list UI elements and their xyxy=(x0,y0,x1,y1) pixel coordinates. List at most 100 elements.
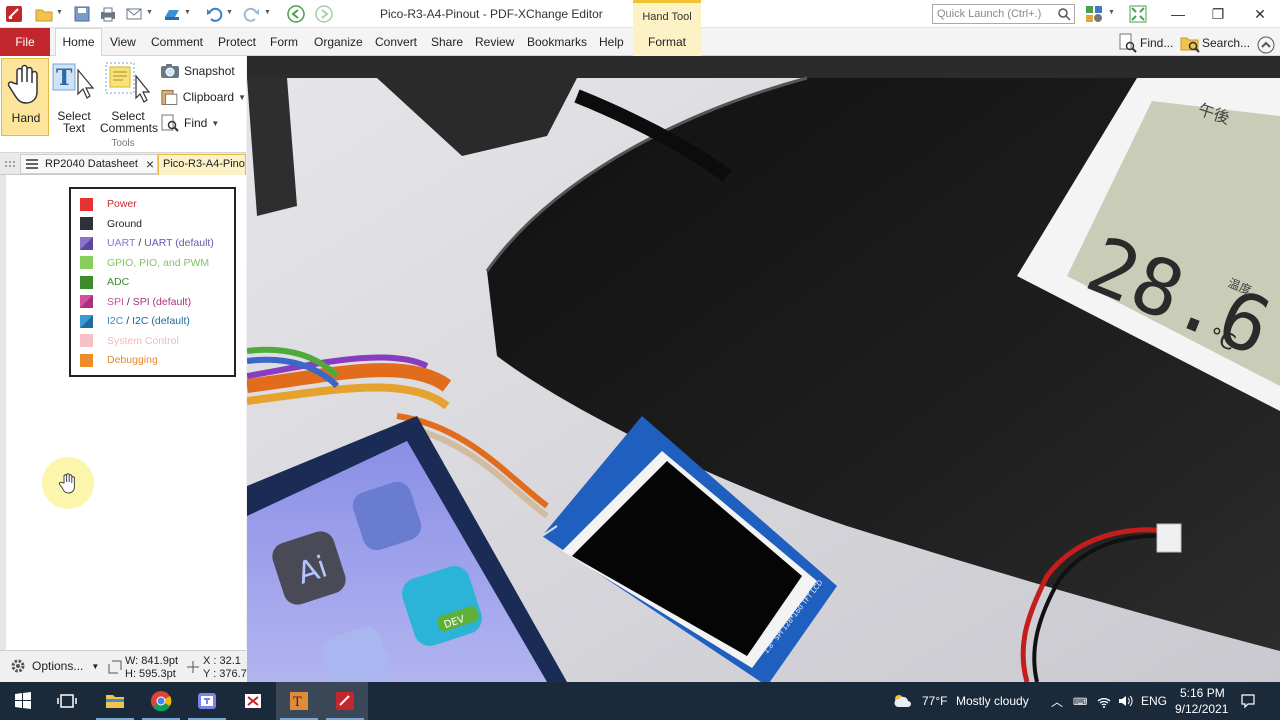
chevron-down-icon[interactable]: ▼ xyxy=(1108,9,1115,16)
windows-taskbar: T 77°F Mostly cloudy ︿ ⌨ ENG 5:16 PM 9/1… xyxy=(0,682,1280,720)
snapshot-label: Snapshot xyxy=(184,64,235,78)
undo-icon[interactable] xyxy=(204,4,224,24)
legend-label: / xyxy=(123,315,133,327)
tab-home[interactable]: Home xyxy=(55,28,102,57)
forward-icon[interactable] xyxy=(314,4,334,24)
chrome-button[interactable] xyxy=(138,682,184,720)
task-view-button[interactable] xyxy=(44,682,90,720)
tab-format[interactable]: Format xyxy=(633,28,701,56)
maximize-button[interactable]: ❐ xyxy=(1198,0,1238,28)
chevron-down-icon[interactable]: ▼ xyxy=(56,9,63,16)
typora-icon: T xyxy=(290,692,308,710)
legend-label: / xyxy=(135,237,145,249)
print-icon[interactable] xyxy=(98,4,118,24)
tab-review[interactable]: Review xyxy=(475,35,514,49)
clock-time[interactable]: 5:16 PM xyxy=(1180,686,1225,700)
chevron-down-icon[interactable]: ▼ xyxy=(264,9,271,16)
crosshair-icon xyxy=(187,661,199,673)
notification-icon[interactable] xyxy=(1240,693,1256,709)
find-tool-label: Find xyxy=(184,116,208,130)
open-folder-icon[interactable] xyxy=(34,4,54,24)
tab-convert[interactable]: Convert xyxy=(375,35,417,49)
search-button[interactable]: Search... xyxy=(1180,32,1250,54)
scan-icon[interactable] xyxy=(162,4,182,24)
chevron-down-icon[interactable]: ▼ xyxy=(226,9,233,16)
tab-organize[interactable]: Organize xyxy=(314,35,363,49)
tab-file[interactable]: File xyxy=(0,28,50,56)
collapse-ribbon-button[interactable] xyxy=(1256,34,1278,56)
camera-icon xyxy=(161,64,179,78)
back-icon[interactable] xyxy=(286,4,306,24)
clipboard-button[interactable]: Clipboard ▼ xyxy=(160,86,246,108)
tab-protect[interactable]: Protect xyxy=(218,35,256,49)
select-comments-button[interactable]: Select Comments xyxy=(100,60,158,136)
hand-label: Hand xyxy=(11,111,41,125)
quick-launch-input[interactable]: Quick Launch (Ctrl+.) xyxy=(932,4,1075,24)
doc-tab-rp2040[interactable]: RP2040 Datasheet × xyxy=(20,154,158,174)
grip-icon[interactable] xyxy=(4,161,16,167)
document-view[interactable]: Power Ground UART / UART (default) GPIO, PI… xyxy=(0,175,246,650)
start-button[interactable] xyxy=(0,682,46,720)
redo-icon[interactable] xyxy=(242,4,262,24)
find-tool-button[interactable]: Find ▼ xyxy=(160,112,246,134)
legend-label: I2C xyxy=(107,315,124,327)
document-icon xyxy=(26,159,38,169)
clock-date[interactable]: 9/12/2021 xyxy=(1175,702,1228,716)
snapshot-button[interactable]: Snapshot xyxy=(160,60,246,82)
tab-bookmarks[interactable]: Bookmarks xyxy=(527,35,587,49)
tab-help[interactable]: Help xyxy=(599,35,624,49)
chevron-down-icon[interactable]: ▼ xyxy=(146,9,153,16)
weather-cloud-icon[interactable] xyxy=(892,692,914,710)
select-text-button[interactable]: T Select Text xyxy=(52,60,96,136)
teams-button[interactable] xyxy=(184,682,230,720)
hand-tool-button[interactable]: Hand xyxy=(1,58,49,136)
legend-label: Ground xyxy=(107,217,143,230)
tab-form[interactable]: Form xyxy=(270,35,298,49)
tab-share[interactable]: Share xyxy=(431,35,463,49)
fullscreen-icon[interactable] xyxy=(1128,4,1148,24)
legend-swatch xyxy=(80,275,93,289)
page-size-icon xyxy=(108,660,122,674)
weather-desc[interactable]: Mostly cloudy xyxy=(956,694,1029,708)
legend-label: System Control xyxy=(107,334,179,347)
options-button[interactable]: Options... ▼ xyxy=(10,658,99,674)
minimize-button[interactable]: — xyxy=(1158,0,1198,28)
select-comments-icon xyxy=(105,62,151,103)
pdf-xchange-icon xyxy=(336,692,354,710)
snip-button[interactable] xyxy=(230,682,276,720)
app-logo-icon[interactable] xyxy=(4,4,24,24)
legend-item: UART / UART (default) xyxy=(80,236,214,250)
ui-options-icon[interactable] xyxy=(1084,4,1104,24)
chevron-up-icon[interactable]: ︿ xyxy=(1051,693,1063,710)
volume-icon[interactable] xyxy=(1117,693,1133,709)
tab-view[interactable]: View xyxy=(110,35,136,49)
folder-icon xyxy=(106,695,124,708)
tab-comment[interactable]: Comment xyxy=(151,35,203,49)
cursor-y: Y : 376.7 xyxy=(203,668,247,680)
wifi-icon[interactable] xyxy=(1096,693,1112,709)
legend-item: Ground xyxy=(80,217,142,231)
find-button[interactable]: Find... xyxy=(1118,32,1173,54)
legend-label: SPI (default) xyxy=(132,295,192,308)
pdf-xchange-window: ▼ ▼ ▼ ▼ ▼ Pico-R3-A4-Pinout - PDF-XChang… xyxy=(0,0,1280,720)
file-explorer-button[interactable] xyxy=(92,682,138,720)
doc-tab-pico-pinout[interactable]: Pico-R3-A4-Pinout xyxy=(158,154,246,175)
folder-search-icon xyxy=(1180,37,1200,53)
legend-swatch xyxy=(80,217,93,230)
typora-button[interactable]: T xyxy=(276,682,322,720)
language-indicator[interactable]: ENG xyxy=(1141,694,1167,708)
close-button[interactable]: ✕ xyxy=(1240,0,1280,28)
find-doc-icon xyxy=(1119,33,1137,53)
weather-temp[interactable]: 77°F xyxy=(922,694,947,708)
legend-label: GPIO, PIO, and PWM xyxy=(107,256,210,269)
task-view-icon xyxy=(57,694,77,708)
ime-icon[interactable]: ⌨ xyxy=(1072,693,1088,709)
pdf-xchange-button[interactable] xyxy=(322,682,368,720)
close-icon[interactable]: × xyxy=(146,156,154,172)
status-bar: Options... ▼ W: 841.9pt H: 595.3pt X : 3… xyxy=(0,650,247,682)
legend-item: GPIO, PIO, and PWM xyxy=(80,256,209,270)
email-icon[interactable] xyxy=(124,4,144,24)
legend-swatch xyxy=(80,334,93,347)
save-icon[interactable] xyxy=(72,4,92,24)
chevron-down-icon[interactable]: ▼ xyxy=(184,9,191,16)
